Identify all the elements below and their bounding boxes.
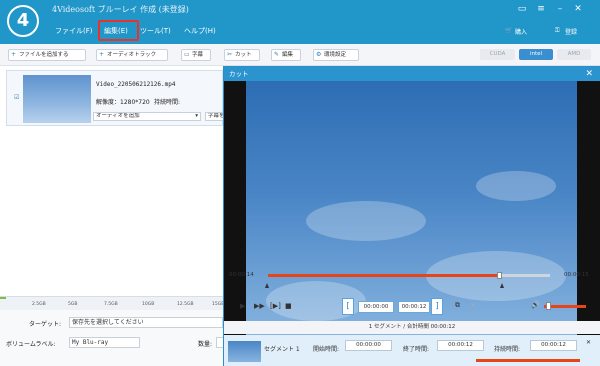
segment-end-label: 終了時間: bbox=[403, 346, 430, 353]
file-thumbnail bbox=[23, 75, 91, 123]
segment-name: セグメント 1 bbox=[264, 346, 300, 353]
register-link[interactable]: 登録 bbox=[565, 27, 577, 36]
app-title: 4Videosoft ブルーレイ 作成 (未登録) bbox=[52, 5, 189, 14]
next-frame-icon[interactable]: [▶] bbox=[270, 302, 281, 310]
subtitle-label: 字幕 bbox=[192, 52, 204, 58]
plus-icon: + bbox=[11, 51, 17, 58]
start-time-input[interactable]: 00:00:00 bbox=[358, 301, 394, 313]
close-icon[interactable]: ✕ bbox=[586, 339, 591, 346]
dialog-title: カット bbox=[224, 67, 600, 81]
subtitle-icon: ▭ bbox=[184, 51, 190, 58]
segment-thumbnail bbox=[228, 341, 261, 362]
video-preview bbox=[224, 81, 600, 337]
audio-track-label: オーディオトラック bbox=[107, 52, 157, 58]
highlight-edit-menu bbox=[98, 20, 139, 41]
target-label: ターゲット: bbox=[29, 321, 62, 328]
plus-icon: + bbox=[99, 51, 105, 58]
split-icon[interactable]: ⧉ bbox=[455, 301, 460, 310]
chevron-down-icon: ▾ bbox=[195, 113, 198, 119]
volume-icon[interactable]: 🔊 bbox=[531, 301, 540, 309]
capacity-tick: 7.5GB bbox=[104, 302, 118, 307]
delete-segment-icon[interactable]: ⨯ bbox=[470, 301, 476, 309]
fast-forward-icon[interactable]: ▶▶ bbox=[254, 302, 265, 310]
menu-help[interactable]: ヘルプ(H) bbox=[184, 26, 216, 36]
audio-track-button[interactable]: + オーディオトラック bbox=[96, 49, 168, 61]
amd-badge: AMD bbox=[557, 49, 591, 60]
segment-row[interactable]: セグメント 1 開始時間: 00:00:00 終了時間: 00:00:12 持続… bbox=[224, 335, 600, 366]
volume-label: ボリュームラベル: bbox=[6, 341, 56, 348]
capacity-bar: 2.5GB 5GB 7.5GB 10GB 12.5GB 15GB bbox=[0, 296, 224, 310]
subtitle-select[interactable]: 字幕を bbox=[205, 112, 223, 121]
menu-file[interactable]: ファイル(F) bbox=[55, 26, 93, 36]
segment-summary: 1 セグメント / 合計時間 00:00:12 bbox=[224, 321, 600, 334]
edit-label: 編集 bbox=[282, 52, 294, 58]
toolbar: + ファイルを追加する + オーディオトラック ▭ 字幕 ✂ カット ✎ 編集 ⚙ 環境設定… bbox=[0, 44, 600, 108]
segment-end-input[interactable]: 00:00:12 bbox=[437, 340, 484, 351]
total-time: 00:00:15 bbox=[564, 272, 589, 278]
title-bar: 4 4Videosoft ブルーレイ 作成 (未登録) ファイル(F) 編集(E… bbox=[0, 0, 600, 44]
timeline-track[interactable] bbox=[268, 272, 550, 279]
segment-duration-label: 持続時間: bbox=[494, 346, 521, 353]
add-file-button[interactable]: + ファイルを追加する bbox=[8, 49, 86, 61]
segment-range bbox=[476, 359, 580, 362]
audio-select-value: オーディオを追加 bbox=[96, 113, 140, 119]
capacity-tick: 2.5GB bbox=[32, 302, 46, 307]
stop-icon[interactable]: ■ bbox=[285, 302, 292, 310]
close-icon[interactable]: ✕ bbox=[573, 5, 583, 14]
segment-duration-input[interactable]: 00:00:12 bbox=[530, 340, 577, 351]
file-name: Video_220506212126.mp4 bbox=[96, 81, 176, 88]
edit-icon: ✎ bbox=[274, 51, 280, 58]
cuda-badge: CUDA bbox=[480, 49, 515, 60]
output-panel: ターゲット: 保存先を選択してください ボリュームラベル: My Blu-ray… bbox=[0, 310, 223, 366]
file-duration: 持続時間: bbox=[154, 99, 181, 106]
app-logo: 4 bbox=[7, 5, 39, 37]
timeline-progress bbox=[268, 274, 500, 277]
key-icon[interactable]: ⚿ bbox=[555, 27, 560, 35]
close-icon[interactable]: ✕ bbox=[585, 67, 593, 81]
end-time-input[interactable]: 00:00:12 bbox=[398, 301, 430, 313]
purchase-link[interactable]: 購入 bbox=[515, 27, 527, 36]
audio-select[interactable]: オーディオを追加 ▾ bbox=[93, 112, 201, 121]
count-input[interactable] bbox=[216, 337, 223, 348]
file-list: ☑ Video_220506212126.mp4 解像度：1280*720 持続… bbox=[0, 66, 223, 296]
cut-button[interactable]: ✂ カット bbox=[224, 49, 260, 61]
capacity-tick: 12.5GB bbox=[177, 302, 194, 307]
current-time: 00:00:14 bbox=[229, 272, 254, 278]
edit-button[interactable]: ✎ 編集 bbox=[271, 49, 301, 61]
volume-handle[interactable] bbox=[546, 302, 551, 310]
scissors-icon: ✂ bbox=[227, 51, 233, 58]
count-label: 数量: bbox=[198, 341, 213, 348]
settings-label: 環境設定 bbox=[324, 52, 347, 58]
set-start-button[interactable]: [ bbox=[342, 298, 354, 315]
gear-icon: ⚙ bbox=[316, 51, 322, 58]
feedback-icon[interactable]: ▭ bbox=[517, 5, 527, 14]
cart-icon[interactable]: 🛒 bbox=[505, 27, 512, 34]
start-marker[interactable] bbox=[265, 283, 269, 288]
file-item[interactable]: ☑ Video_220506212126.mp4 解像度：1280*720 持続… bbox=[6, 70, 223, 126]
capacity-tick: 5GB bbox=[68, 302, 78, 307]
cut-dialog: カット ✕ 00:00:14 00:00:15 ▶ ▶▶ [▶] ■ [ 00:… bbox=[223, 66, 600, 366]
end-marker[interactable] bbox=[500, 283, 504, 288]
segment-start-label: 開始時間: bbox=[313, 346, 340, 353]
file-resolution: 解像度：1280*720 bbox=[96, 99, 150, 106]
timeline-handle[interactable] bbox=[497, 272, 503, 279]
video-frame bbox=[246, 81, 577, 337]
set-end-button[interactable]: ] bbox=[431, 298, 443, 315]
segment-start-input[interactable]: 00:00:00 bbox=[345, 340, 392, 351]
add-file-label: ファイルを追加する bbox=[19, 52, 69, 58]
capacity-fill bbox=[0, 297, 6, 299]
subtitle-button[interactable]: ▭ 字幕 bbox=[181, 49, 211, 61]
target-input[interactable]: 保存先を選択してください bbox=[69, 317, 223, 328]
intel-badge: intel bbox=[519, 49, 553, 60]
capacity-tick: 10GB bbox=[142, 302, 155, 307]
menu-icon[interactable]: ≡ bbox=[536, 5, 546, 14]
menu-tools[interactable]: ツール(T) bbox=[140, 26, 171, 36]
volume-input[interactable]: My Blu-ray bbox=[69, 337, 140, 348]
minimize-icon[interactable]: – bbox=[555, 5, 565, 14]
checkbox-icon[interactable]: ☑ bbox=[14, 94, 19, 101]
settings-button[interactable]: ⚙ 環境設定 bbox=[313, 49, 359, 61]
cut-label: カット bbox=[235, 52, 252, 58]
play-icon[interactable]: ▶ bbox=[240, 302, 245, 310]
